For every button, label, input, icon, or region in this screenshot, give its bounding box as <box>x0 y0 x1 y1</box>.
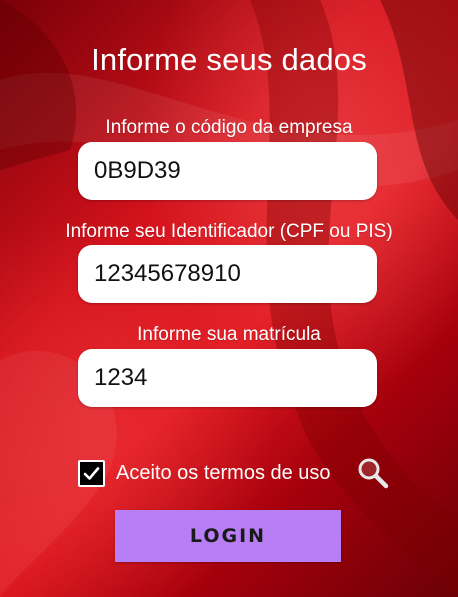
identifier-input[interactable] <box>78 245 377 303</box>
registration-label: Informe sua matrícula <box>137 324 321 345</box>
registration-input[interactable] <box>78 349 377 407</box>
page-title: Informe seus dados <box>91 42 367 77</box>
company-code-label: Informe o código da empresa <box>105 117 353 138</box>
terms-checkbox[interactable] <box>78 460 105 487</box>
search-icon[interactable] <box>356 456 390 490</box>
login-button[interactable]: LOGIN <box>115 510 341 562</box>
terms-row: Aceito os termos de uso <box>78 456 398 492</box>
terms-label[interactable]: Aceito os termos de uso <box>116 462 331 485</box>
checkmark-icon <box>83 467 100 480</box>
identifier-label: Informe seu Identificador (CPF ou PIS) <box>65 221 393 242</box>
company-code-input[interactable] <box>78 142 377 200</box>
